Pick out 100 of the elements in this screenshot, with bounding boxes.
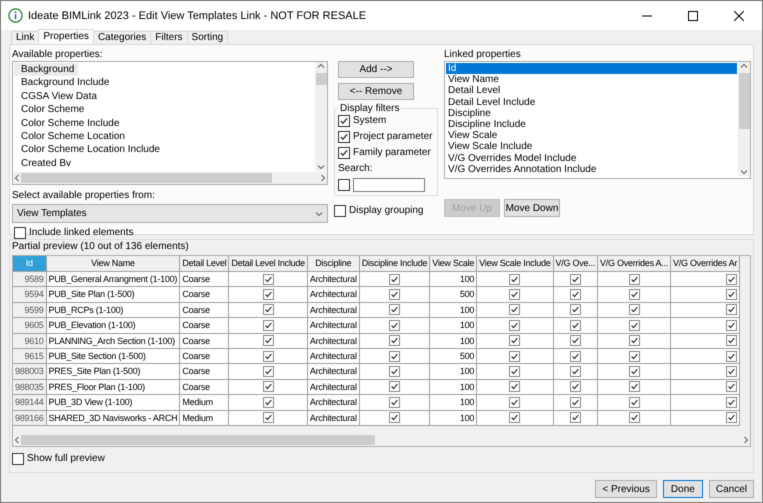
scroll-right-icon[interactable] xyxy=(742,436,750,444)
add-button[interactable]: Add --> xyxy=(338,61,414,78)
list-item[interactable]: View Name xyxy=(446,74,737,86)
list-item[interactable]: View Scale xyxy=(446,130,737,142)
scroll-thumb[interactable] xyxy=(738,73,750,129)
checkbox[interactable] xyxy=(388,335,400,346)
checkbox[interactable] xyxy=(628,335,640,346)
checkbox[interactable] xyxy=(334,204,346,216)
checkbox[interactable] xyxy=(570,289,581,300)
checkbox[interactable] xyxy=(570,274,581,285)
list-item[interactable]: Id xyxy=(446,63,737,74)
checkbox[interactable] xyxy=(628,366,640,378)
checkbox[interactable] xyxy=(262,396,274,408)
scroll-right-icon[interactable] xyxy=(319,174,327,182)
checkbox[interactable] xyxy=(628,289,640,300)
checkbox[interactable] xyxy=(570,381,581,392)
column-header[interactable]: Detail Level xyxy=(180,256,230,272)
checkbox[interactable] xyxy=(388,304,400,316)
checkbox[interactable] xyxy=(570,320,581,331)
checkbox[interactable] xyxy=(726,396,738,408)
checkbox[interactable] xyxy=(262,381,274,392)
checkbox[interactable] xyxy=(338,179,350,191)
checkbox[interactable] xyxy=(726,304,738,316)
checkbox[interactable] xyxy=(628,412,640,424)
checkbox[interactable] xyxy=(726,289,738,300)
list-item[interactable]: V/G Overrides Annotation Include xyxy=(446,164,737,176)
scroll-down-icon[interactable] xyxy=(740,168,748,176)
scroll-thumb[interactable] xyxy=(21,173,272,183)
checkbox[interactable] xyxy=(570,412,581,424)
checkbox[interactable] xyxy=(388,289,400,300)
checkbox[interactable] xyxy=(628,304,640,316)
dialog-button[interactable]: Done xyxy=(662,480,703,498)
checkbox[interactable] xyxy=(509,274,520,285)
checkbox[interactable] xyxy=(509,304,520,316)
checkbox[interactable] xyxy=(262,412,274,424)
move-button[interactable]: Move Down xyxy=(504,199,560,217)
checkbox[interactable] xyxy=(570,366,581,378)
dialog-button[interactable]: < Previous xyxy=(595,480,657,498)
checkbox[interactable] xyxy=(509,366,520,378)
checkbox[interactable] xyxy=(726,366,738,378)
available-properties-list[interactable]: Background Background Include CGSA View Data Color Scheme Color Scheme Include Color Scheme Location Color Scheme Location Include Created Bv xyxy=(12,61,328,185)
column-header[interactable]: Detail Level Include xyxy=(229,256,308,272)
list-item[interactable]: Color Scheme Location Include xyxy=(14,144,160,156)
checkbox[interactable] xyxy=(262,350,274,362)
checkbox[interactable] xyxy=(14,226,26,238)
checkbox[interactable] xyxy=(509,320,520,331)
list-item[interactable]: Detail Level Include xyxy=(446,96,737,108)
checkbox[interactable] xyxy=(570,335,581,346)
tab[interactable]: Link xyxy=(11,31,40,44)
checkbox[interactable] xyxy=(262,366,274,378)
checkbox[interactable] xyxy=(338,114,350,126)
scroll-up-icon[interactable] xyxy=(317,62,325,70)
checkbox[interactable] xyxy=(262,304,274,316)
column-header[interactable]: View Scale xyxy=(430,256,478,272)
checkbox[interactable] xyxy=(388,274,400,285)
checkbox[interactable] xyxy=(388,396,400,408)
checkbox[interactable] xyxy=(726,350,738,362)
checkbox[interactable] xyxy=(388,366,400,378)
checkbox[interactable] xyxy=(628,274,640,285)
column-header[interactable]: View Scale Include xyxy=(477,256,554,272)
checkbox[interactable] xyxy=(262,320,274,331)
checkbox[interactable] xyxy=(338,146,350,158)
checkbox[interactable] xyxy=(388,412,400,424)
checkbox[interactable] xyxy=(509,350,520,362)
column-header[interactable]: Discipline Include xyxy=(360,256,430,272)
checkbox[interactable] xyxy=(262,335,274,346)
column-header[interactable]: V/G Overrides A... xyxy=(598,256,672,272)
linked-properties-list[interactable]: Id View Name Detail Level Detail Level Include Discipline Discipline Include View Scale View Scale Include V/G Overrides Model Include V/G Overrides Annotation Include xyxy=(444,61,751,179)
list-item[interactable]: V/G Overrides Model Include xyxy=(446,152,737,164)
checkbox[interactable] xyxy=(388,320,400,331)
list-item[interactable]: Color Scheme xyxy=(14,104,84,116)
checkbox[interactable] xyxy=(570,396,581,408)
checkbox[interactable] xyxy=(262,274,274,285)
scroll-down-icon[interactable] xyxy=(317,163,325,171)
scroll-up-icon[interactable] xyxy=(740,62,748,70)
checkbox[interactable] xyxy=(726,335,738,346)
checkbox[interactable] xyxy=(509,396,520,408)
vertical-scrollbar[interactable] xyxy=(738,62,750,176)
checkbox[interactable] xyxy=(570,304,581,316)
checkbox[interactable] xyxy=(726,381,738,392)
scroll-thumb[interactable] xyxy=(21,435,375,445)
list-item[interactable]: Detail Level xyxy=(446,85,737,97)
horizontal-scrollbar[interactable] xyxy=(13,172,327,184)
list-item[interactable]: Created Bv xyxy=(14,158,72,169)
scroll-left-icon[interactable] xyxy=(13,174,21,182)
checkbox[interactable] xyxy=(628,320,640,331)
list-item[interactable]: Color Scheme Include xyxy=(14,118,120,129)
vertical-scrollbar[interactable] xyxy=(315,62,327,171)
checkbox[interactable] xyxy=(388,350,400,362)
list-item[interactable]: Discipline xyxy=(446,108,737,120)
tab[interactable]: Categories xyxy=(92,31,152,44)
checkbox[interactable] xyxy=(570,350,581,362)
checkbox[interactable] xyxy=(262,289,274,300)
dialog-button[interactable]: Cancel xyxy=(708,480,754,498)
search-field[interactable] xyxy=(353,178,425,192)
column-header[interactable]: V/G Ove... xyxy=(554,256,598,272)
tab[interactable]: Sorting xyxy=(186,31,228,44)
checkbox[interactable] xyxy=(388,381,400,392)
checkbox[interactable] xyxy=(509,289,520,300)
column-header[interactable]: Discipline xyxy=(308,256,360,272)
